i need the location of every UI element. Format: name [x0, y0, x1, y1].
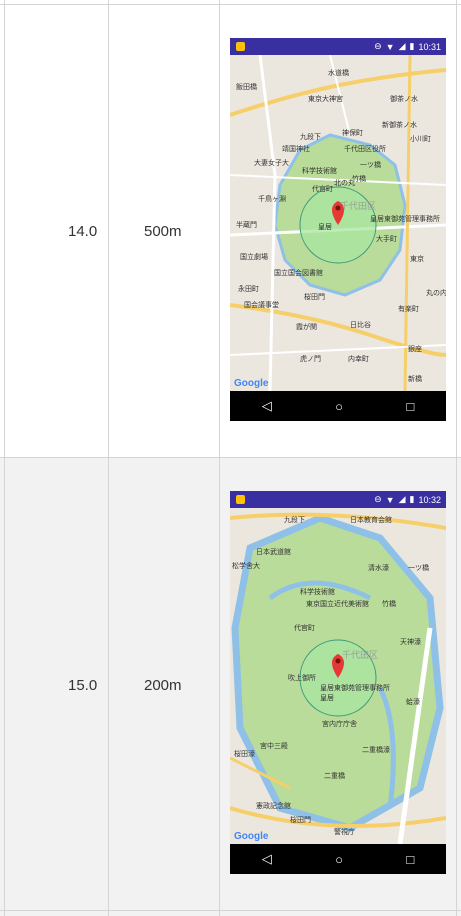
back-icon[interactable]: ◁ — [262, 398, 272, 414]
map-label: 桜田門 — [290, 815, 311, 824]
dnd-icon: ⊖ — [374, 41, 382, 51]
map-label: 桜田門 — [304, 292, 325, 301]
recents-icon[interactable]: □ — [406, 852, 414, 867]
map-label: 九段下 — [284, 515, 305, 524]
status-bar: ⊖ ▼ ◢ ▮ 10:31 — [230, 38, 446, 55]
map-label: 新橋 — [408, 374, 422, 383]
map-label: 北の丸 — [334, 178, 355, 187]
map-label: 御茶ノ水 — [390, 94, 418, 103]
map-label: 大妻女子大 — [254, 158, 289, 167]
map-label: 神保町 — [342, 128, 363, 137]
clock: 10:31 — [418, 41, 441, 52]
google-logo: Google — [234, 378, 269, 389]
map-label: 皇居東御苑管理事務所 — [320, 683, 390, 692]
map-label: 大手町 — [376, 234, 397, 243]
map-label: 永田町 — [238, 284, 259, 293]
map-label: 警視庁 — [334, 827, 355, 836]
map-label: 科学技術館 — [302, 166, 337, 175]
zoom-cell: 14.0 — [68, 223, 98, 240]
map-label: 二重橋濠 — [362, 745, 390, 754]
map-label: 飯田橋 — [236, 82, 257, 91]
back-icon[interactable]: ◁ — [262, 851, 272, 867]
map-label: 清水濠 — [368, 563, 389, 572]
app-icon — [236, 495, 245, 504]
wifi-icon: ▼ — [385, 494, 395, 505]
map-label: 靖国神社 — [282, 144, 310, 153]
zoom-cell: 15.0 — [68, 677, 98, 694]
map-label: 憲政記念館 — [256, 801, 291, 810]
map-label: 国立劇場 — [240, 252, 268, 261]
map-label: 桜田濠 — [234, 749, 255, 758]
map-canvas[interactable]: 九段下 日本教育会館 日本武道館 清水濠 一ツ橋 松学舎大 科学技術館 東京国立… — [230, 508, 446, 844]
recents-icon[interactable]: □ — [406, 399, 414, 414]
map-label: 千代田区役所 — [344, 144, 386, 153]
map-view[interactable]: 九段下 日本教育会館 日本武道館 清水濠 一ツ橋 松学舎大 科学技術館 東京国立… — [230, 508, 446, 844]
status-bar: ⊖ ▼ ◢ ▮ 10:32 — [230, 491, 446, 508]
map-label: 吹上御所 — [288, 673, 316, 682]
map-label: 日本武道館 — [256, 547, 291, 556]
map-label: 霞が関 — [296, 322, 317, 331]
map-label: 日本教育会館 — [350, 515, 392, 524]
map-label: 千代田区 — [342, 650, 378, 661]
map-label: 松学舎大 — [232, 561, 260, 570]
map-label: 千鳥ヶ淵 — [258, 194, 286, 203]
map-label: 九段下 — [300, 132, 321, 141]
signal-icon: ◢ — [398, 41, 406, 51]
map-label: 宮中三殿 — [260, 741, 288, 750]
home-icon[interactable]: ○ — [335, 399, 343, 414]
battery-icon: ▮ — [409, 41, 415, 51]
map-label: 有楽町 — [398, 304, 419, 313]
app-icon — [236, 42, 245, 51]
clock: 10:32 — [418, 494, 441, 505]
map-label: 新御茶ノ水 — [382, 120, 417, 129]
signal-icon: ◢ — [398, 494, 406, 504]
map-label: 一ツ橋 — [408, 563, 429, 572]
map-label: 皇居 — [320, 693, 334, 702]
map-label: 国会議事堂 — [244, 300, 279, 309]
map-label: 皇居東御苑管理事務所 — [370, 214, 440, 223]
radius-cell: 200m — [144, 677, 182, 694]
map-label: 内幸町 — [348, 354, 369, 363]
map-label: 代官町 — [312, 184, 333, 193]
dnd-icon: ⊖ — [374, 494, 382, 504]
map-label: 東京 — [410, 254, 424, 263]
map-label: 二重橋 — [324, 771, 345, 780]
map-label: 半蔵門 — [236, 220, 257, 229]
map-label: 東京大神宮 — [308, 94, 343, 103]
battery-icon: ▮ — [409, 494, 415, 504]
map-label: 東京国立近代美術館 — [306, 599, 369, 608]
map-label: 宮内庁庁舎 — [322, 719, 357, 728]
map-label: 丸の内 — [426, 288, 446, 297]
radius-cell: 500m — [144, 223, 182, 240]
phone-screenshot: ⊖ ▼ ◢ ▮ 10:31 飯田橋 東京大神宮 水道橋 御茶ノ水 九段下 神保町… — [230, 38, 446, 421]
nav-bar: ◁ ○ □ — [230, 391, 446, 421]
map-label: 天神濠 — [400, 637, 421, 646]
map-label: 蛤濠 — [406, 697, 420, 706]
phone-screenshot: ⊖ ▼ ◢ ▮ 10:32 九段下 日本教育会館 日本武道館 清水濠 一ツ橋 松… — [230, 491, 446, 874]
map-canvas[interactable]: 飯田橋 東京大神宮 水道橋 御茶ノ水 九段下 神保町 新御茶ノ水 小川町 靖国神… — [230, 55, 446, 391]
map-label: 千代田区 — [340, 201, 376, 212]
map-label: 科学技術館 — [300, 587, 335, 596]
map-label: 小川町 — [410, 134, 431, 143]
map-label: 一ツ橋 — [360, 160, 381, 169]
home-icon[interactable]: ○ — [335, 852, 343, 867]
map-label: 虎ノ門 — [300, 354, 321, 363]
map-label: 竹橋 — [382, 599, 396, 608]
wifi-icon: ▼ — [385, 41, 395, 52]
map-label: 代官町 — [294, 623, 315, 632]
google-logo: Google — [234, 831, 269, 842]
nav-bar: ◁ ○ □ — [230, 844, 446, 874]
map-view[interactable]: 飯田橋 東京大神宮 水道橋 御茶ノ水 九段下 神保町 新御茶ノ水 小川町 靖国神… — [230, 55, 446, 391]
map-label: 皇居 — [318, 222, 332, 231]
map-label: 銀座 — [408, 344, 422, 353]
results-table: 14.0 500m 15.0 200m ⊖ ▼ ◢ ▮ 10:31 飯田橋 東京… — [0, 0, 461, 916]
map-label: 水道橋 — [328, 68, 349, 77]
map-label: 日比谷 — [350, 320, 371, 329]
map-label: 国立国会図書館 — [274, 268, 323, 277]
